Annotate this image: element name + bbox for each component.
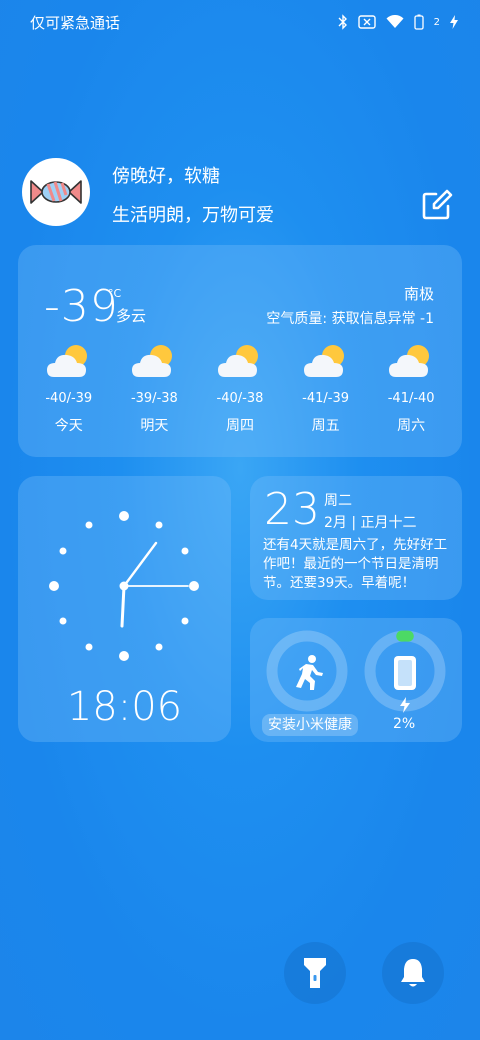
health-battery-widget: 安装小米健康 2% <box>250 618 462 742</box>
weather-location: 南极 <box>403 285 434 303</box>
profile-section: 傍晚好，软糖 生活明朗，万物可爱 <box>22 158 462 228</box>
forecast-list: -40/-39 今天 -39/-38 明天 -40/-38 周四 -41/-39… <box>18 343 462 435</box>
edit-icon <box>422 189 453 220</box>
status-bar: 仅可紧急通话 2 <box>0 0 480 44</box>
notification-button[interactable] <box>382 942 444 1004</box>
install-health-app-button[interactable]: 安装小米健康 <box>262 714 358 736</box>
greeting-text: 傍晚好，软糖 <box>112 166 220 187</box>
forecast-day-name: 周五 <box>311 418 340 434</box>
phone-icon <box>394 656 416 690</box>
digital-time: 18:06 <box>66 684 183 730</box>
edit-button[interactable] <box>420 188 454 222</box>
temperature-unit: °C <box>108 287 122 300</box>
partly-cloudy-icon <box>132 345 173 377</box>
partly-cloudy-icon <box>303 345 344 377</box>
running-icon <box>296 655 323 690</box>
forecast-day: -39/-38 明天 <box>112 343 196 435</box>
avatar[interactable] <box>22 158 90 226</box>
candy-icon <box>30 180 82 204</box>
battery-icon <box>413 14 424 30</box>
motto-text: 生活明朗，万物可爱 <box>112 205 274 226</box>
bell-icon <box>401 959 425 987</box>
air-quality: 空气质量: 获取信息异常 -1 <box>266 311 434 327</box>
partly-cloudy-icon <box>217 345 258 377</box>
forecast-day-name: 周六 <box>397 418 426 434</box>
flashlight-button[interactable] <box>284 942 346 1004</box>
partly-cloudy-icon <box>389 345 430 377</box>
forecast-day-name: 今天 <box>54 418 83 434</box>
calendar-widget[interactable]: 23 周二 2月 | 正月十二 还有4天就是周六了，先好好工作吧！最近的一个节日… <box>250 476 462 600</box>
flashlight-icon <box>304 958 326 988</box>
forecast-day-name: 明天 <box>140 418 169 434</box>
clock-widget[interactable]: 18:06 <box>18 476 231 742</box>
forecast-range: -41/-40 <box>387 391 435 406</box>
sim-badge: 2 <box>433 16 440 28</box>
status-text: 仅可紧急通话 <box>30 13 121 32</box>
forecast-day-name: 周四 <box>225 418 254 434</box>
no-sim-icon <box>357 15 376 29</box>
date-day-number: 23 <box>264 484 320 535</box>
status-icons: 2 <box>338 14 458 30</box>
forecast-day: -40/-38 周四 <box>198 343 282 435</box>
health-ring[interactable] <box>266 630 348 716</box>
forecast-range: -41/-39 <box>302 391 349 406</box>
date-message: 还有4天就是周六了，先好好工作吧！最近的一个节日是清明节。还要39天。早着呢！ <box>263 537 448 591</box>
battery-percentage: 2% <box>393 716 416 732</box>
forecast-range: -39/-38 <box>130 391 178 406</box>
charging-icon <box>400 697 410 713</box>
bluetooth-icon <box>338 14 348 30</box>
weather-condition: 多云 <box>116 307 147 325</box>
partly-cloudy-icon <box>46 345 87 377</box>
forecast-range: -40/-39 <box>45 391 93 406</box>
wifi-icon <box>386 15 404 29</box>
date-lunar: 2月 | 正月十二 <box>324 515 417 531</box>
analog-clock-icon <box>49 511 199 661</box>
forecast-day: -41/-39 周五 <box>284 343 368 435</box>
date-weekday: 周二 <box>324 493 352 509</box>
weather-widget[interactable]: -39 °C 多云 南极 空气质量: 获取信息异常 -1 -40/-39 今天 … <box>18 245 462 457</box>
forecast-day: -41/-40 周六 <box>369 343 453 435</box>
forecast-day: -40/-39 今天 <box>27 343 111 435</box>
forecast-range: -40/-38 <box>216 391 264 406</box>
charging-icon <box>450 15 458 29</box>
